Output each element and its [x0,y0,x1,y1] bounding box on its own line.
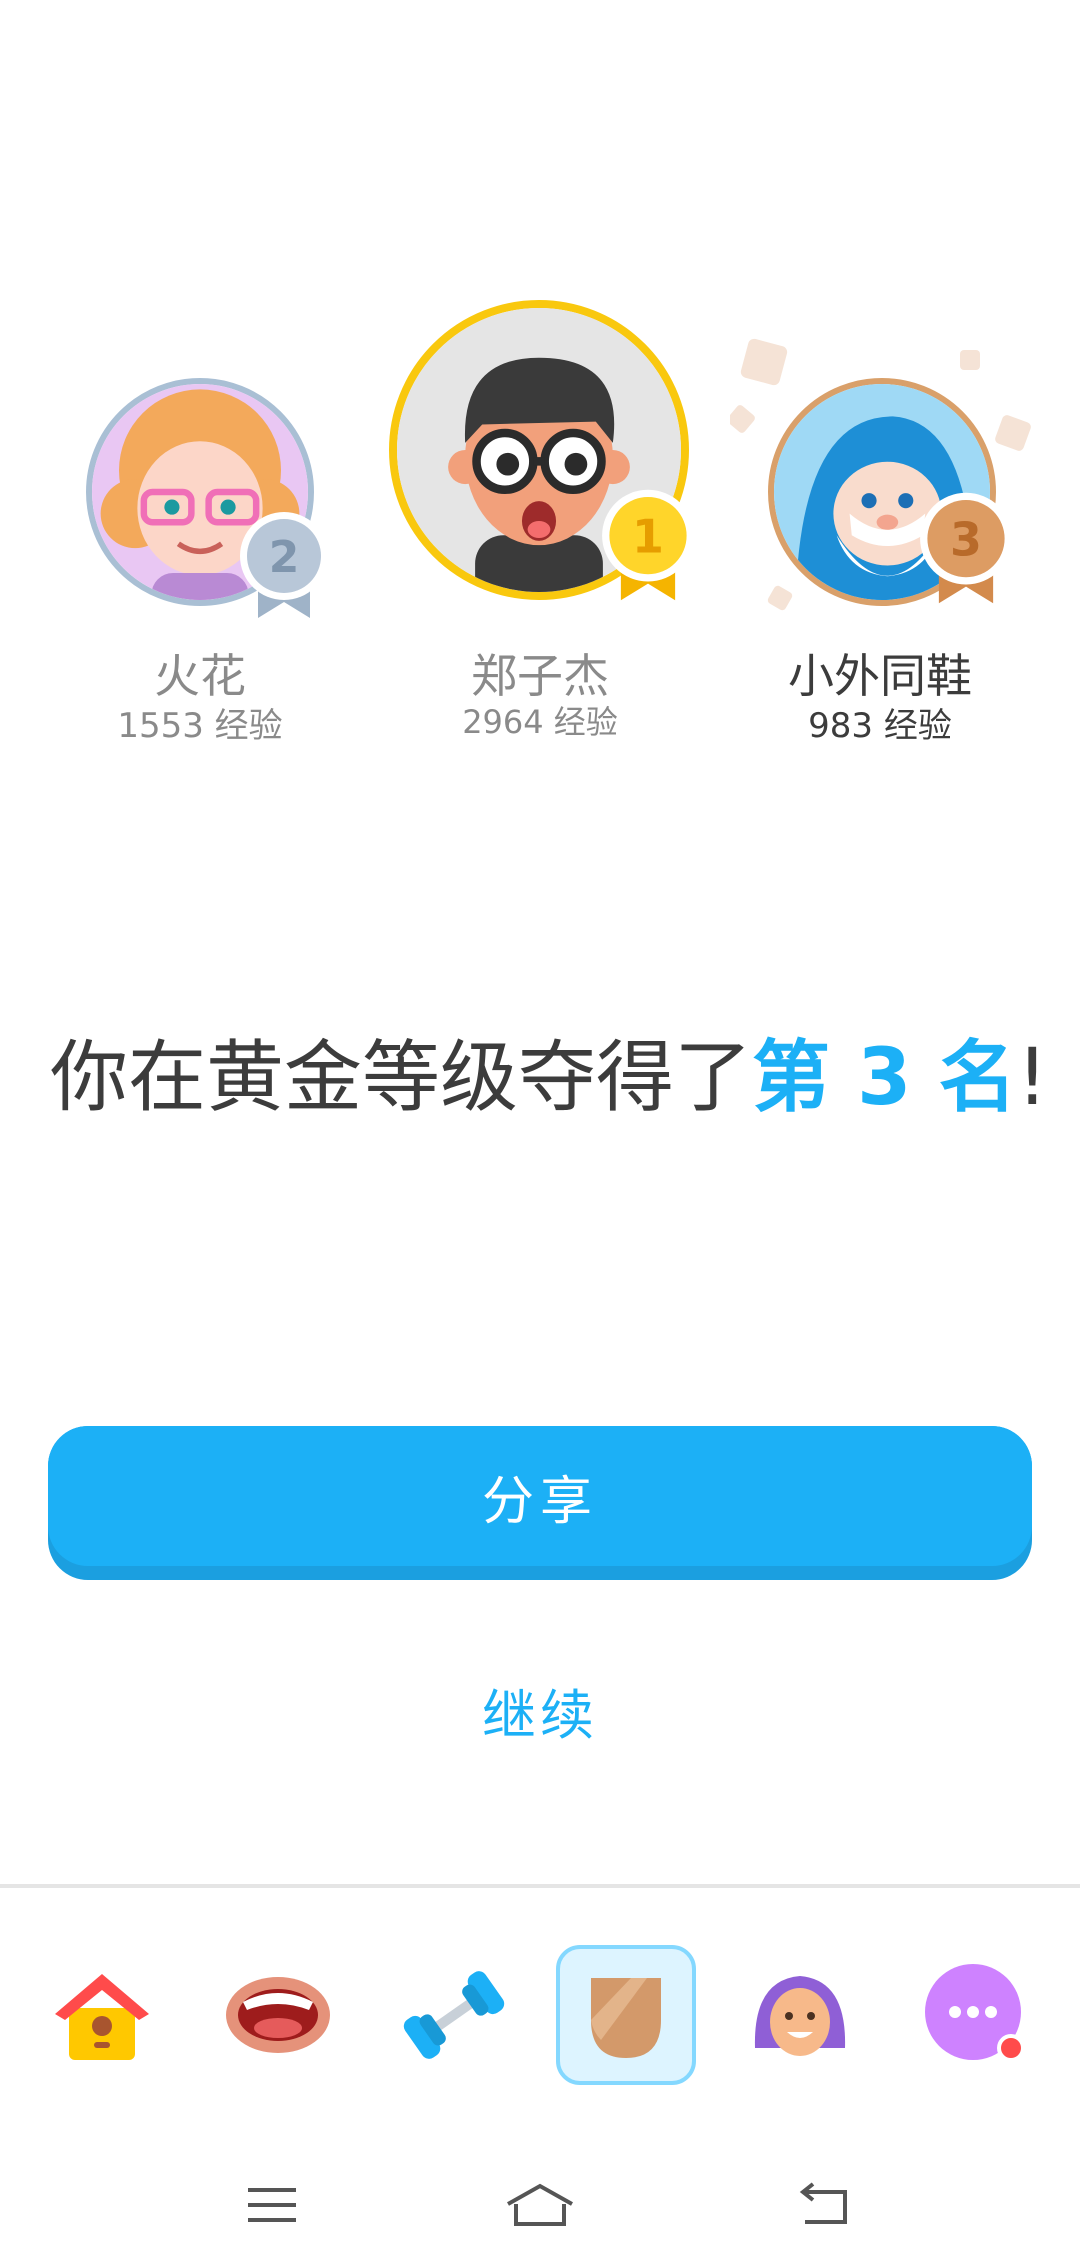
podium-third-place[interactable]: 3 小外同鞋 983 经验 [760,370,1012,746]
system-menu-button[interactable] [222,2170,322,2240]
podium-second-place[interactable]: 2 火花 1553 经验 [80,370,328,746]
home-icon [55,1974,149,2060]
shield-icon [591,1978,661,2058]
podium-xp: 983 经验 [808,706,952,746]
menu-icon [248,2188,296,2222]
podium-xp: 2964 经验 [462,703,618,741]
headline-prefix: 你在黄金等级夺得了 [50,1033,753,1123]
avatar-icon [754,1976,846,2056]
share-button-label: 分享 [48,1426,1032,1566]
share-button[interactable]: 分享 [48,1426,1032,1580]
gold-medal-icon: 1 [600,487,696,603]
system-home-button[interactable] [490,2170,590,2240]
podium-xp: 1553 经验 [117,706,283,746]
podium-name: 小外同鞋 [788,649,972,703]
back-icon [799,2182,847,2224]
svg-text:1: 1 [632,509,664,563]
headline-rank: 第 3 名 [752,1033,1017,1123]
speak-tab[interactable] [208,1945,348,2085]
more-icon [925,1964,1025,2062]
divider [0,1884,1080,1888]
podium-first-place[interactable]: 1 郑子杰 2964 经验 [385,295,696,741]
podium-name: 火花 [154,649,246,703]
silver-medal-icon: 2 [238,510,330,620]
home-outline-icon [507,2183,573,2226]
continue-button[interactable]: 继续 [340,1670,740,1750]
svg-text:2: 2 [269,532,300,583]
headline-suffix: ! [1016,1033,1048,1123]
home-tab[interactable] [32,1945,172,2085]
system-back-button[interactable] [775,2170,875,2240]
mouth-icon [226,1977,330,2053]
more-tab[interactable] [906,1945,1046,2085]
dumbbell-icon [403,1971,505,2059]
leagues-tab[interactable] [556,1945,696,2085]
svg-text:3: 3 [950,512,982,566]
practice-tab[interactable] [384,1945,524,2085]
result-headline: 你在黄金等级夺得了第 3 名! [50,1015,1050,1127]
profile-tab[interactable] [730,1945,870,2085]
bronze-medal-icon: 3 [918,490,1014,606]
